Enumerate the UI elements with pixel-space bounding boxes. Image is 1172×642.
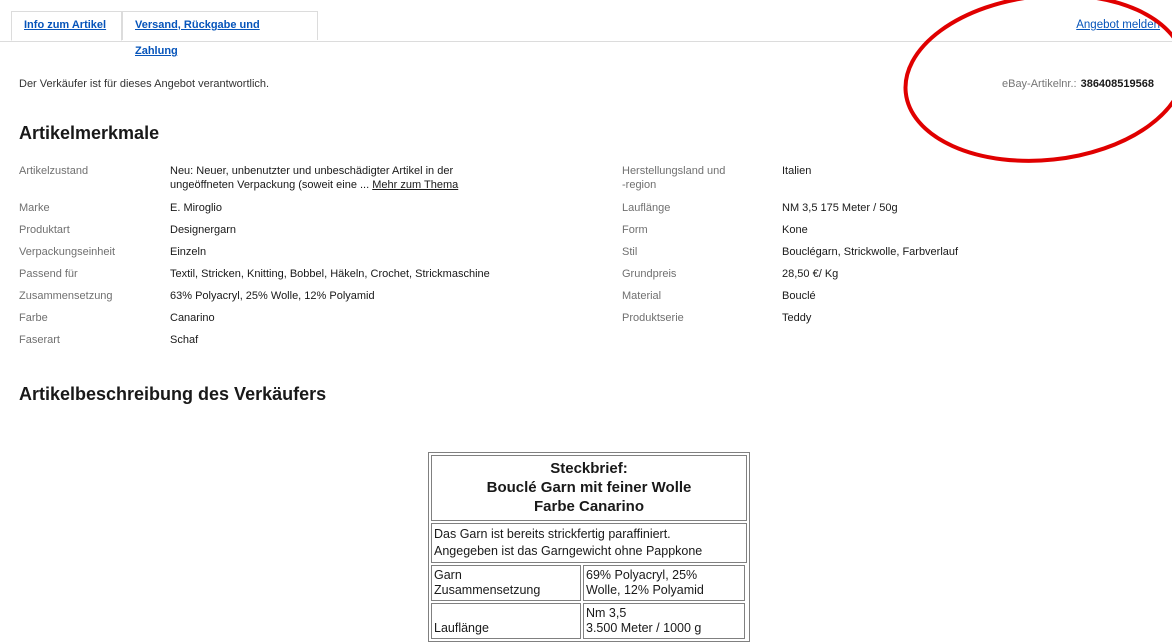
spec-value: Einzeln	[170, 246, 207, 258]
spec-label-line: Herstellungsland und	[622, 165, 726, 177]
spec-value: Teddy	[782, 312, 812, 324]
spec-value: E. Miroglio	[170, 202, 222, 214]
tab-shipping-returns-payment[interactable]: Versand, Rückgabe und Zahlung	[122, 11, 318, 57]
spec-label: Grundpreis	[622, 268, 677, 280]
spec-value: Neu: Neuer, unbenutzter und unbeschädigt…	[170, 164, 458, 192]
table-cell-key: Lauflänge	[431, 603, 581, 639]
tab-item-info[interactable]: Info zum Artikel	[11, 11, 122, 41]
table-cell-value: Nm 3,5 3.500 Meter / 1000 g	[583, 603, 745, 639]
spec-label: Marke	[19, 202, 50, 214]
description-title-line: Farbe Canarino	[533, 498, 645, 515]
report-listing-link[interactable]: Angebot melden	[1076, 19, 1160, 31]
spec-value-line: Neu: Neuer, unbenutzter und unbeschädigt…	[170, 165, 454, 177]
spec-value: Bouclégarn, Strickwolle, Farbverlauf	[782, 246, 959, 258]
spec-label: Faserart	[19, 334, 60, 346]
spec-value: Schaf	[170, 334, 199, 346]
cell-line: Nm 3,5	[586, 606, 627, 620]
spec-label: Produktart	[19, 224, 70, 236]
cell-line: Lauflänge	[434, 621, 489, 635]
cell-line: 69% Polyacryl, 25%	[586, 568, 698, 582]
spec-label: Lauflänge	[622, 202, 671, 214]
description-table: Steckbrief: Bouclé Garn mit feiner Wolle…	[428, 452, 750, 642]
spec-value: Canarino	[170, 312, 215, 324]
cell-line: Zusammensetzung	[434, 583, 541, 597]
item-number: eBay-Artikelnr.: 386408519568	[1002, 78, 1154, 90]
spec-value-line: ungeöffneten Verpackung (soweit eine ...…	[170, 178, 458, 192]
description-note-line: Angegeben ist das Garngewicht ohne Pappk…	[434, 544, 703, 558]
spec-label: Stil	[622, 246, 638, 258]
spec-value: 28,50 €/ Kg	[782, 268, 839, 280]
description-note-line: Das Garn ist bereits strickfertig paraff…	[434, 527, 671, 541]
spec-label: Artikelzustand	[19, 165, 89, 177]
spec-value: 63% Polyacryl, 25% Wolle, 12% Polyamid	[170, 290, 375, 302]
cell-line: 3.500 Meter / 1000 g	[586, 621, 702, 635]
spec-label: Zusammensetzung	[19, 290, 113, 302]
cell-line: Wolle, 12% Polyamid	[586, 583, 704, 597]
spec-label: Passend für	[19, 268, 78, 280]
item-number-value: 386408519568	[1080, 78, 1154, 90]
spec-label: Verpackungseinheit	[19, 246, 116, 258]
description-heading: Artikelbeschreibung des Verkäufers	[19, 384, 327, 404]
spec-value-text: ungeöffneten Verpackung (soweit eine ...	[170, 179, 370, 191]
description-title-line: Bouclé Garn mit feiner Wolle	[486, 479, 692, 496]
spec-value: NM 3,5 175 Meter / 50g	[782, 202, 898, 214]
spec-value: Italien	[782, 165, 812, 177]
table-row: Garn Zusammensetzung 69% Polyacryl, 25% …	[431, 565, 747, 601]
cell-line: Garn	[434, 568, 462, 582]
description-title-line: Steckbrief:	[550, 460, 628, 477]
specs-heading: Artikelmerkmale	[19, 123, 160, 143]
spec-label: Material	[622, 290, 662, 302]
spec-label-line: -region	[622, 179, 657, 191]
spec-label: Produktserie	[622, 312, 684, 324]
spec-label: Farbe	[19, 312, 48, 324]
spec-value: Bouclé	[782, 290, 816, 302]
seller-responsibility-note: Der Verkäufer ist für dieses Angebot ver…	[19, 78, 270, 90]
spec-value: Kone	[782, 224, 808, 236]
spec-value: Designergarn	[170, 224, 237, 236]
description-header: Steckbrief: Bouclé Garn mit feiner Wolle…	[431, 455, 747, 521]
table-cell-key: Garn Zusammensetzung	[431, 565, 581, 601]
tab-bar: Info zum Artikel Versand, Rückgabe und Z…	[0, 0, 1172, 57]
spec-value: Textil, Stricken, Knitting, Bobbel, Häke…	[170, 268, 490, 280]
spec-label: Form	[622, 224, 648, 236]
spec-label: Herstellungsland und -region	[622, 164, 725, 192]
more-about-topic-link[interactable]: Mehr zum Thema	[372, 179, 458, 191]
item-number-label: eBay-Artikelnr.:	[1001, 78, 1077, 90]
description-grid: Garn Zusammensetzung 69% Polyacryl, 25% …	[431, 565, 747, 639]
description-note: Das Garn ist bereits strickfertig paraff…	[431, 523, 747, 563]
table-row: Lauflänge Nm 3,5 3.500 Meter / 1000 g	[431, 603, 747, 639]
table-cell-value: 69% Polyacryl, 25% Wolle, 12% Polyamid	[583, 565, 745, 601]
